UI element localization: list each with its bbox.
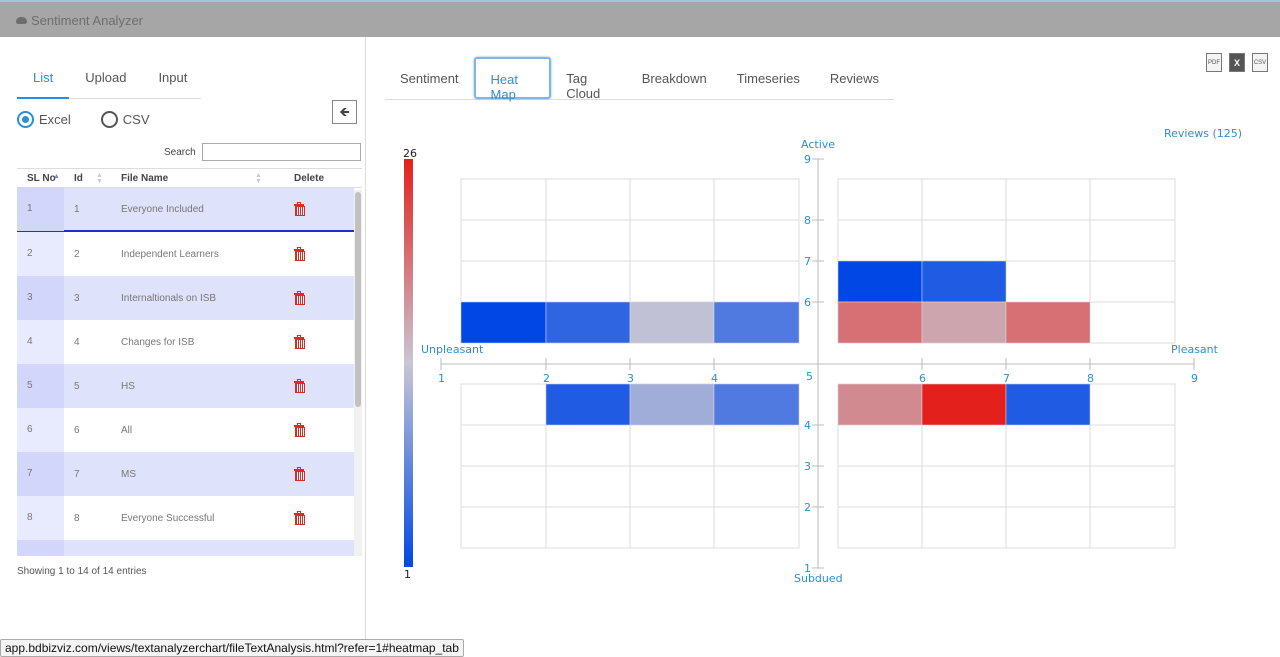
y-tick-label: 9 (804, 153, 811, 166)
heatmap-cell[interactable] (629, 383, 715, 426)
y-tick-label: 6 (804, 296, 811, 309)
x-axis-right-title: Pleasant (1171, 343, 1219, 356)
x-tick-label: 5 (806, 370, 813, 383)
heatmap-cell[interactable] (713, 383, 800, 426)
heatmap-cell[interactable] (545, 383, 631, 426)
heatmap-cell[interactable] (629, 301, 715, 344)
x-tick-label: 4 (711, 372, 718, 385)
x-axis-left-title: Unpleasant (421, 343, 484, 356)
heatmap-cell[interactable] (837, 383, 923, 426)
heatmap-cell[interactable] (921, 383, 1007, 426)
heatmap-cell[interactable] (460, 301, 547, 344)
heatmap-cell[interactable] (921, 301, 1007, 344)
colorbar-min-label: 1 (404, 568, 411, 581)
heatmap-cell[interactable] (545, 301, 631, 344)
colorbar-max-label: 26 (403, 147, 417, 160)
y-tick-label: 2 (804, 501, 811, 514)
y-tick-label: 4 (804, 419, 811, 432)
y-tick-label: 3 (804, 460, 811, 473)
status-bar-url: app.bdbizviz.com/views/textanalyzerchart… (0, 639, 464, 657)
heatmap-cell[interactable] (837, 260, 923, 303)
x-tick-label: 3 (627, 372, 634, 385)
heatmap-cell[interactable] (1005, 383, 1091, 426)
reviews-count-link[interactable]: Reviews (125) (1164, 127, 1242, 140)
x-tick-label: 1 (438, 372, 445, 385)
heatmap-cell[interactable] (921, 260, 1007, 303)
heatmap-cell[interactable] (713, 301, 800, 344)
x-tick-label: 7 (1003, 372, 1010, 385)
colorbar (404, 159, 413, 567)
y-tick-label: 8 (804, 214, 811, 227)
x-tick-label: 8 (1087, 372, 1094, 385)
x-tick-label: 9 (1191, 372, 1198, 385)
x-tick-label: 6 (919, 372, 926, 385)
y-axis-top-title: Active (801, 138, 835, 151)
heatmap-cell[interactable] (837, 301, 923, 344)
heatmap-chart: 1 2 3 4 5 6 7 8 912346789 26 1 Active Subdued Un… (403, 127, 1242, 585)
y-axis-bottom-title: Subdued (794, 572, 843, 585)
heatmap-cell[interactable] (1005, 301, 1091, 344)
x-tick-label: 2 (543, 372, 550, 385)
y-tick-label: 7 (804, 255, 811, 268)
